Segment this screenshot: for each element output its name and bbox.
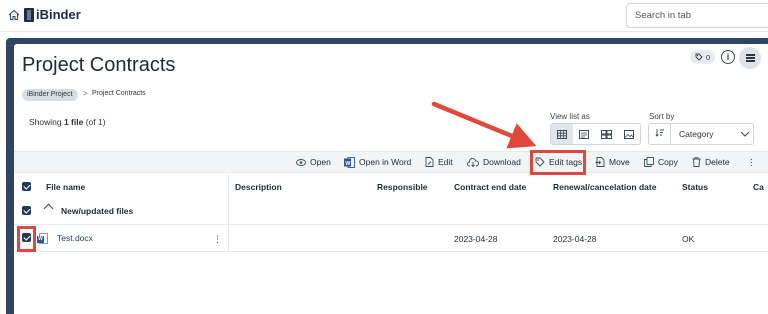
sort-value: Category (679, 129, 714, 139)
brand-name: iBinder (36, 7, 81, 22)
delete-button[interactable]: Delete (692, 155, 730, 169)
open-label: Open (310, 157, 331, 167)
page-title: Project Contracts (22, 54, 176, 76)
select-all-checkbox[interactable] (22, 182, 31, 191)
summary-prefix: Showing (29, 117, 64, 127)
word-icon: W (344, 156, 355, 168)
group-checkbox[interactable] (22, 206, 31, 215)
tag-count-badge[interactable]: 0 (690, 50, 716, 64)
list-view-button[interactable] (573, 124, 595, 144)
column-header-status[interactable]: Status (682, 182, 708, 192)
row-divider (14, 251, 768, 252)
chevron-down-icon (740, 131, 750, 137)
summary-count: 1 file (63, 117, 84, 127)
copy-label: Copy (658, 157, 678, 167)
search-input[interactable]: Search in tab (626, 3, 768, 28)
open-button[interactable]: Open (296, 155, 331, 169)
open-in-word-label: Open in Word (359, 157, 412, 167)
info-icon[interactable]: i (721, 50, 735, 64)
edit-button[interactable]: Edit (425, 155, 453, 169)
row-divider (14, 224, 768, 225)
column-header-file-name[interactable]: File name (46, 182, 85, 192)
column-header-contract-end-date[interactable]: Contract end date (454, 182, 526, 192)
table-view-icon (557, 129, 568, 139)
column-header-description[interactable]: Description (235, 182, 282, 192)
more-actions-icon: ⋮ (747, 156, 756, 167)
view-list-label: View list as (550, 112, 590, 121)
breadcrumb-item-current: Project Contracts (92, 90, 146, 97)
grid-view-button[interactable] (596, 124, 618, 144)
hamburger-menu-button[interactable] (739, 47, 761, 69)
file-name-link[interactable]: Test.docx (57, 233, 93, 243)
summary-suffix: (of 1) (83, 117, 106, 127)
edit-document-icon (425, 157, 434, 167)
copy-button[interactable]: Copy (644, 155, 678, 169)
sort-by-label: Sort by (649, 112, 675, 121)
hamburger-icon (745, 57, 755, 59)
copy-icon (644, 157, 654, 167)
open-in-word-button[interactable]: W Open in Word (344, 155, 411, 169)
image-view-icon (623, 129, 634, 139)
image-view-button[interactable] (618, 124, 640, 144)
trash-icon (692, 157, 701, 167)
tag-icon (695, 53, 703, 61)
column-header-category[interactable]: Ca (753, 182, 764, 192)
word-document-icon (37, 233, 48, 244)
view-mode-group (550, 123, 641, 145)
sort-order-icon[interactable] (649, 124, 671, 144)
more-actions-button[interactable]: ⋮ (747, 155, 756, 169)
column-header-renewal-date[interactable]: Renewal/cancelation date (553, 182, 656, 192)
column-header-responsible[interactable]: Responsible (377, 182, 428, 192)
download-label: Download (483, 157, 521, 167)
cloud-download-icon (467, 157, 479, 167)
delete-label: Delete (705, 157, 730, 167)
content-panel (14, 44, 768, 314)
file-count-summary: Showing 1 file (of 1) (29, 117, 106, 127)
move-icon (595, 157, 605, 167)
column-divider (228, 175, 229, 251)
move-label: Move (609, 157, 630, 167)
table-view-button[interactable] (551, 124, 574, 144)
move-button[interactable]: Move (595, 155, 630, 169)
sort-select[interactable]: Category (648, 123, 754, 145)
eye-icon (296, 158, 306, 166)
breadcrumb-item-project[interactable]: iBinder Project (22, 89, 78, 101)
group-label[interactable]: New/updated files (61, 206, 133, 216)
download-button[interactable]: Download (467, 155, 521, 169)
ibinder-logo[interactable]: iBinder (24, 7, 81, 22)
row-more-icon[interactable]: ⋮ (213, 234, 222, 245)
grid-view-icon (601, 129, 613, 139)
cell-renewal-date: 2023-04-28 (553, 234, 597, 244)
tag-count: 0 (706, 52, 711, 62)
home-icon[interactable] (8, 9, 20, 21)
cell-contract-end-date: 2023-04-28 (454, 234, 498, 244)
breadcrumb-chevron-icon: > (83, 89, 88, 98)
edit-tags-highlight (530, 150, 586, 175)
row-checkbox-highlight (17, 226, 36, 252)
logo-mark-icon (24, 7, 34, 22)
list-view-icon (579, 129, 590, 139)
cell-status: OK (682, 234, 695, 244)
edit-label: Edit (438, 157, 453, 167)
svg-text:W: W (345, 161, 351, 167)
